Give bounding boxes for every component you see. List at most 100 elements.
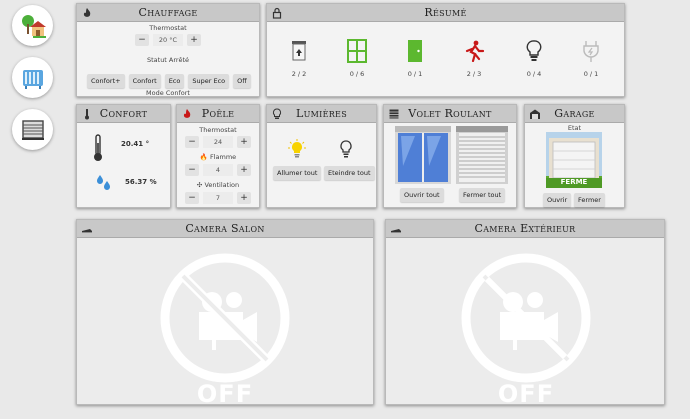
flamme-label-row: 🔥 Flamme (177, 153, 259, 161)
chauffage-panel: Chauffage Thermostat − 20 °C + Statut Ar… (76, 3, 260, 97)
bulb-icon (526, 40, 542, 61)
shutter-count: 2 / 2 (291, 70, 307, 78)
mode-off-button[interactable]: Off (233, 74, 251, 88)
poele-thermostat-value[interactable]: 24 (203, 136, 233, 148)
ventilation-label: Ventilation (204, 181, 240, 189)
camera-small-icon (391, 229, 401, 233)
bulb-small-icon (272, 108, 282, 119)
confort-header: Confort (77, 105, 170, 123)
camera-off-icon (160, 253, 290, 383)
mode-confort-button[interactable]: Confort (128, 74, 161, 88)
window-open-icon (395, 126, 451, 184)
ventilation-label-row: ✣ Ventilation (177, 181, 259, 189)
fire-icon (183, 109, 191, 118)
thermostat-value[interactable]: 20 °C (153, 34, 183, 46)
camera-exterieur-title: Camera Extérieur (474, 222, 576, 235)
fan-icon: ✣ (196, 181, 203, 189)
ventilation-value[interactable]: 7 (203, 192, 233, 204)
flamme-value[interactable]: 4 (203, 164, 233, 176)
motion-count: 2 / 3 (466, 70, 482, 78)
ventilation-plus-button[interactable]: + (237, 192, 251, 204)
heating-status: Statut Arrêté (146, 56, 190, 64)
chauffage-header: Chauffage (77, 4, 259, 22)
garage-state-label: Etat (567, 124, 582, 132)
thermostat-label: Thermostat (149, 24, 187, 32)
flamme-minus-button[interactable]: − (185, 164, 199, 176)
mode-super-eco-button[interactable]: Super Eco (188, 74, 230, 88)
thermostat-minus-button[interactable]: − (135, 34, 149, 46)
window-count: 0 / 6 (349, 70, 365, 78)
thermometer-icon (94, 134, 102, 161)
camera-salon-panel: Camera Salon OFF (76, 219, 374, 405)
poele-header: Poêle (177, 105, 259, 123)
poele-thermostat-label: Thermostat (199, 126, 237, 134)
chauffage-title: Chauffage (138, 6, 198, 19)
mode-buttons: Confort+ Confort Eco Super Eco Off (87, 74, 251, 88)
confort-panel: Confort 20.41 ° 56.37 % (76, 104, 171, 208)
poele-thermostat-stepper: − 24 + (177, 136, 259, 148)
garage-open-button[interactable]: Ouvrir (543, 193, 572, 207)
ventilation-minus-button[interactable]: − (185, 192, 199, 204)
camera-exterieur-status: OFF (497, 380, 555, 404)
shutters-close-button[interactable]: Fermer tout (459, 188, 506, 202)
lumieres-header: Lumières (267, 105, 376, 123)
flamme-label: Flamme (209, 153, 237, 161)
resume-panel: Résumé 2 / 2 0 / 6 0 / 1 2 / 3 0 / 4 0 /… (266, 3, 625, 97)
resume-title: Résumé (424, 6, 467, 19)
nav-heating-button[interactable] (12, 57, 53, 98)
flamme-plus-button[interactable]: + (237, 164, 251, 176)
ventilation-stepper: − 7 + (177, 192, 259, 204)
window-icon (347, 39, 367, 63)
camera-small-icon (82, 229, 92, 233)
camera-exterieur-panel: Camera Extérieur OFF (385, 219, 665, 405)
shutter-up-icon (292, 41, 306, 61)
confort-title: Confort (99, 107, 148, 120)
volet-panel: Volet Roulant Ouvrir tout Fermer tout (383, 104, 517, 208)
motion-icon (465, 40, 485, 62)
home-icon (21, 14, 46, 38)
lights-off-button[interactable]: Eteindre tout (324, 166, 375, 180)
plug-count: 0 / 1 (583, 70, 599, 78)
nav-shutter-button[interactable] (12, 109, 53, 150)
camera-salon-status: OFF (196, 380, 254, 404)
nav-home-button[interactable] (12, 5, 53, 46)
current-mode: Mode Confort (146, 89, 190, 97)
garage-header: Garage (525, 105, 624, 123)
volet-header: Volet Roulant (384, 105, 516, 123)
poele-title: Poêle (201, 107, 235, 120)
humidity-value: 56.37 % (125, 178, 157, 186)
garage-title: Garage (554, 107, 595, 120)
lumieres-title: Lumières (296, 107, 347, 120)
camera-exterieur-feed[interactable]: OFF (386, 238, 664, 404)
poele-thermostat-plus-button[interactable]: + (237, 136, 251, 148)
mode-eco-button[interactable]: Eco (164, 74, 185, 88)
garage-panel: Garage Etat FERME Ouvrir Fermer (524, 104, 625, 208)
mode-confort-plus-button[interactable]: Confort+ (87, 74, 125, 88)
door-count: 0 / 1 (407, 70, 423, 78)
shutters-open-button[interactable]: Ouvrir tout (400, 188, 444, 202)
poele-panel: Poêle Thermostat − 24 + 🔥 Flamme − 4 + ✣… (176, 104, 260, 208)
thermostat-plus-button[interactable]: + (187, 34, 201, 46)
radiator-icon (22, 69, 43, 89)
thermometer-small-icon (85, 109, 89, 120)
door-icon (408, 40, 422, 62)
flame-icon (83, 8, 91, 17)
camera-salon-header: Camera Salon (77, 220, 373, 238)
thermostat-stepper: − 20 °C + (77, 34, 259, 46)
camera-salon-feed[interactable]: OFF (77, 238, 373, 404)
garage-state-value: FERME (560, 178, 588, 186)
light-count: 0 / 4 (526, 70, 542, 78)
volet-title: Volet Roulant (408, 107, 492, 120)
garage-close-button[interactable]: Fermer (574, 193, 605, 207)
lock-icon (272, 7, 282, 19)
lights-on-button[interactable]: Allumer tout (273, 166, 322, 180)
garage-small-icon (530, 109, 540, 119)
shutter-small-icon (389, 109, 399, 119)
bulb-on-icon (288, 139, 306, 158)
flame-small-icon: 🔥 (199, 153, 208, 161)
poele-thermostat-minus-button[interactable]: − (185, 136, 199, 148)
water-drops-icon (97, 175, 110, 190)
window-closed-icon (456, 126, 508, 184)
lumieres-panel: Lumières Allumer tout Eteindre tout (266, 104, 377, 208)
camera-salon-title: Camera Salon (185, 222, 265, 235)
